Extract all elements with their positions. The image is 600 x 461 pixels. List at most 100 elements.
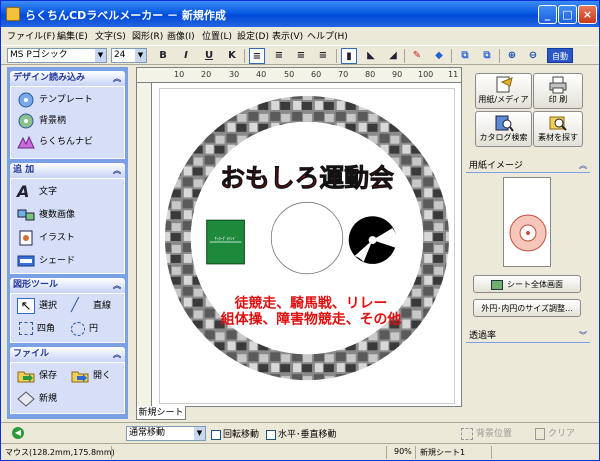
align-right-button[interactable]: ≡ [293, 48, 309, 64]
menu-edit[interactable]: 編集(E) [57, 29, 88, 42]
auto-zoom-button[interactable]: 自動 [547, 48, 573, 63]
align-center-button[interactable]: ≡ [271, 48, 287, 64]
print-button[interactable]: 印 刷 [533, 73, 583, 109]
align-left-button[interactable]: ≡ [249, 48, 265, 64]
design-section-header[interactable]: デザイン読み込み ︽ [10, 71, 125, 86]
template-item[interactable]: テンプレート [17, 91, 93, 109]
add-shade-item[interactable]: シェード [17, 252, 75, 270]
add-images-item[interactable]: 複数画像 [17, 206, 75, 224]
bold-button[interactable]: B [155, 48, 171, 64]
ruler-label: 100 [418, 70, 434, 79]
menu-text[interactable]: 文字(S) [95, 29, 126, 42]
current-sheet: 新規シート1 [420, 448, 466, 457]
label-line-2[interactable]: 組体操、障害物競走、その他 [221, 310, 402, 327]
rect-tool[interactable]: 四角 [17, 320, 55, 338]
rotate-checkbox[interactable]: 回転移動 [211, 427, 259, 440]
open-item[interactable]: 開く [71, 367, 111, 385]
shapes-section-header[interactable]: 図形ツール ︽ [10, 278, 125, 293]
select-tool[interactable]: ↖ 選択 [17, 297, 57, 315]
design-section: テンプレート 背景柄 らくちんナビ [10, 86, 125, 159]
new-item[interactable]: 新規 [17, 390, 57, 408]
zoom-in-icon[interactable]: ⊕ [504, 48, 520, 64]
chevron-up-icon: ︽ [113, 350, 121, 359]
rectangle-icon [19, 322, 33, 335]
font-size-value: 24 [114, 50, 126, 60]
paper-media-button[interactable]: 用紙/メディア [475, 73, 532, 109]
paper-image-header[interactable]: 用紙イメージ ︽ [466, 159, 590, 173]
menu-file[interactable]: ファイル(F) [7, 29, 55, 42]
catalog-search-button[interactable]: カタログ検索 [475, 111, 532, 147]
find-material-icon [549, 116, 567, 131]
shapes-section: ↖ 選択 ╱ 直線 四角 円 [10, 293, 125, 343]
ruler-label: 50 [284, 70, 295, 79]
font-select[interactable]: MS Pゴシック ▼ [7, 48, 107, 63]
circle-tool[interactable]: 円 [71, 320, 98, 338]
right-task-panel: 用紙/メディア 印 刷 カタログ検索 素材を探す 用紙イメージ ︽ シート全体画… [463, 67, 591, 419]
add-text-item[interactable]: A 文字 [17, 183, 57, 201]
size-adjust-button[interactable]: 外円･内円のサイズ調整... [473, 299, 581, 317]
hv-checkbox[interactable]: 水平･垂直移動 [266, 427, 337, 440]
slant-left-button[interactable]: ◣ [363, 48, 379, 64]
underline-button[interactable]: U [201, 48, 217, 64]
new-label: 新規 [39, 394, 58, 404]
file-section-header[interactable]: ファイル ︽ [10, 347, 125, 362]
template-icon [18, 92, 34, 107]
zoom-out-icon[interactable]: ⊖ [525, 48, 541, 64]
info-icon[interactable]: ◀ [12, 427, 24, 439]
send-back-icon[interactable]: ⧉ [479, 48, 495, 64]
status-separator [111, 446, 112, 459]
minimize-button[interactable]: _ [538, 5, 557, 24]
font-size-select[interactable]: 24 ▼ [111, 48, 147, 63]
vertical-ruler [137, 83, 152, 406]
toolbar-separator [451, 49, 452, 63]
title-bar[interactable]: らくちんCDラベルメーカー － 新規作成 _ □ × [1, 1, 599, 27]
field-text: ｻｯｶｰｸﾞﾗｳﾝﾄﾞ [215, 236, 237, 241]
find-material-button[interactable]: 素材を探す [533, 111, 583, 147]
save-item[interactable]: 保存 [17, 367, 57, 385]
sheet-full-view-button[interactable]: シート全体画面 [473, 275, 581, 293]
menu-view[interactable]: 表示(V) [272, 29, 303, 42]
navi-item[interactable]: らくちんナビ [17, 133, 93, 151]
print-label: 印 刷 [548, 95, 568, 104]
chevron-down-icon: ▼ [95, 49, 106, 62]
bg-position-button[interactable]: 背景位置 [461, 426, 512, 440]
label-canvas[interactable]: 10 20 30 40 50 60 70 80 90 100 11 おもしろ運動… [136, 67, 462, 407]
close-button[interactable]: × [578, 5, 597, 24]
italic-button[interactable]: I [178, 48, 194, 64]
vertical-text-button[interactable]: ▮ [341, 48, 357, 64]
transparency-header[interactable]: 透過率 ︾ [466, 329, 590, 343]
text-color-icon[interactable]: ✎ [409, 48, 425, 64]
label-line-1[interactable]: 徒競走、騎馬戦、リレー [234, 295, 388, 312]
clear-button[interactable]: クリア [535, 426, 575, 440]
catalog-search-label: カタログ検索 [479, 133, 528, 142]
maximize-button[interactable]: □ [558, 5, 577, 24]
open-label: 開く [93, 371, 112, 381]
shapes-section-title: 図形ツール [13, 280, 59, 290]
background-item[interactable]: 背景柄 [17, 112, 66, 130]
menu-help[interactable]: ヘルプ(H) [307, 29, 348, 42]
menu-position[interactable]: 位置(L) [202, 29, 232, 42]
text-a-icon: A [17, 181, 30, 201]
add-illust-item[interactable]: イラスト [17, 229, 75, 247]
format-toolbar: MS Pゴシック ▼ 24 ▼ B I U K ≡ ≡ ≡ ≡ ▮ ◣ ◢ ✎ … [1, 45, 599, 65]
line-tool[interactable]: ╱ 直線 [71, 297, 111, 315]
align-justify-button[interactable]: ≡ [315, 48, 331, 64]
fill-color-icon[interactable]: ◆ [431, 48, 447, 64]
menu-settings[interactable]: 設定(D) [237, 29, 269, 42]
bring-front-icon[interactable]: ⧉ [457, 48, 473, 64]
mouse-position: マウス(128.2mm,175.8mm) [5, 448, 115, 457]
toolbar-separator [499, 49, 500, 63]
ruler-label: 10 [174, 70, 185, 79]
select-tool-label: 選択 [39, 301, 58, 311]
hv-check [266, 429, 276, 440]
catalog-icon [495, 115, 514, 132]
label-title[interactable]: おもしろ運動会 [220, 163, 395, 193]
move-mode-select[interactable]: 通常移動 ▼ [126, 426, 206, 441]
slant-right-button[interactable]: ◢ [385, 48, 401, 64]
menu-image[interactable]: 画像(I) [167, 29, 195, 42]
find-material-label: 素材を探す [538, 133, 578, 142]
sheet-tab[interactable]: 新規シート1 [136, 406, 186, 432]
strike-button[interactable]: K [224, 48, 240, 64]
menu-shape[interactable]: 図形(R) [132, 29, 163, 42]
add-section-header[interactable]: 追 加 ︽ [10, 163, 125, 178]
